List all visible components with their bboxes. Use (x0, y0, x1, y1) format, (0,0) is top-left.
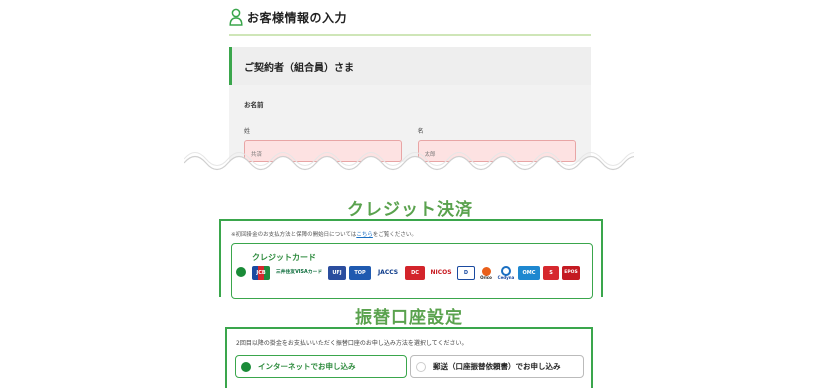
contractor-heading-text: ご契約者（組合員）さま (244, 62, 354, 74)
last-name-label: 姓 (244, 128, 251, 135)
customer-info-form: お客様情報の入力 ご契約者（組合員）さま お名前 姓 名 (229, 0, 591, 162)
page-title: お客様情報の入力 (247, 10, 348, 25)
ufj-card-logo: UFJ (328, 266, 346, 280)
internet-radio[interactable] (241, 361, 251, 372)
epos-logo: EPOS (562, 266, 580, 280)
internet-application-option[interactable]: インターネットでお申し込み (235, 355, 407, 378)
card-brand-logos: JCB 三井住友VISAカード UFJ TOP JACCS DC NICOS D… (252, 266, 580, 280)
cedyna-logo: Cedyna (497, 266, 515, 280)
bank-transfer-box: 2回目以降の掛金をお支払いいただく振替口座のお申し込み方法を選択してください。 … (225, 327, 593, 388)
orico-logo: Orico (478, 266, 494, 280)
mail-application-option[interactable]: 郵送（口座振替依頼書）でお申し込み (410, 355, 584, 378)
credit-notice-link[interactable]: こちら (356, 232, 373, 238)
credit-payment-box: ※初回掛金のお支払方法と保障の開始日についてはこちらをご覧ください。 クレジット… (219, 219, 603, 299)
nicos-logo: NICOS (430, 269, 452, 276)
credit-section-title: クレジット決済 (347, 200, 473, 220)
jcb-logo: JCB (252, 266, 270, 280)
name-label: お名前 (244, 101, 264, 109)
credit-notice-text-end: をご覧ください。 (372, 232, 417, 238)
internet-option-label: インターネットでお申し込み (258, 362, 356, 371)
credit-notice-text: ※初回掛金のお支払方法と保障の開始日については (231, 232, 357, 238)
contractor-section: ご契約者（組合員）さま お名前 姓 名 (229, 47, 591, 162)
contractor-heading: ご契約者（組合員）さま (229, 47, 591, 85)
jaccs-logo: JACCS (377, 269, 399, 276)
bank-notice: 2回目以降の掛金をお支払いいただく振替口座のお申し込み方法を選択してください。 (236, 340, 468, 347)
person-outline-icon (229, 8, 243, 26)
orico-text: Orico (480, 274, 492, 280)
saison-logo: S (543, 266, 559, 280)
dc-logo: DC (405, 266, 425, 280)
torn-edge-divider (184, 152, 634, 176)
page-header: お客様情報の入力 (229, 0, 591, 36)
smbc-visa-logo: 三井住友VISAカード (275, 269, 323, 275)
first-name-label: 名 (417, 128, 424, 135)
omc-logo: OMC (518, 266, 540, 280)
mail-radio[interactable] (416, 361, 426, 372)
top-card-logo: TOP (349, 266, 371, 280)
bank-section-title: 振替口座設定 (355, 308, 463, 328)
credit-card-label: クレジットカード (252, 253, 316, 262)
diners-logo: D (457, 266, 475, 280)
mail-option-label: 郵送（口座振替依頼書）でお申し込み (433, 362, 561, 371)
cedyna-text: Cedyna (497, 275, 515, 280)
credit-notice: ※初回掛金のお支払方法と保障の開始日についてはこちらをご覧ください。 (221, 221, 601, 238)
credit-card-radio[interactable] (236, 267, 246, 277)
credit-card-option[interactable]: クレジットカード JCB 三井住友VISAカード UFJ TOP JACCS D… (231, 243, 593, 299)
